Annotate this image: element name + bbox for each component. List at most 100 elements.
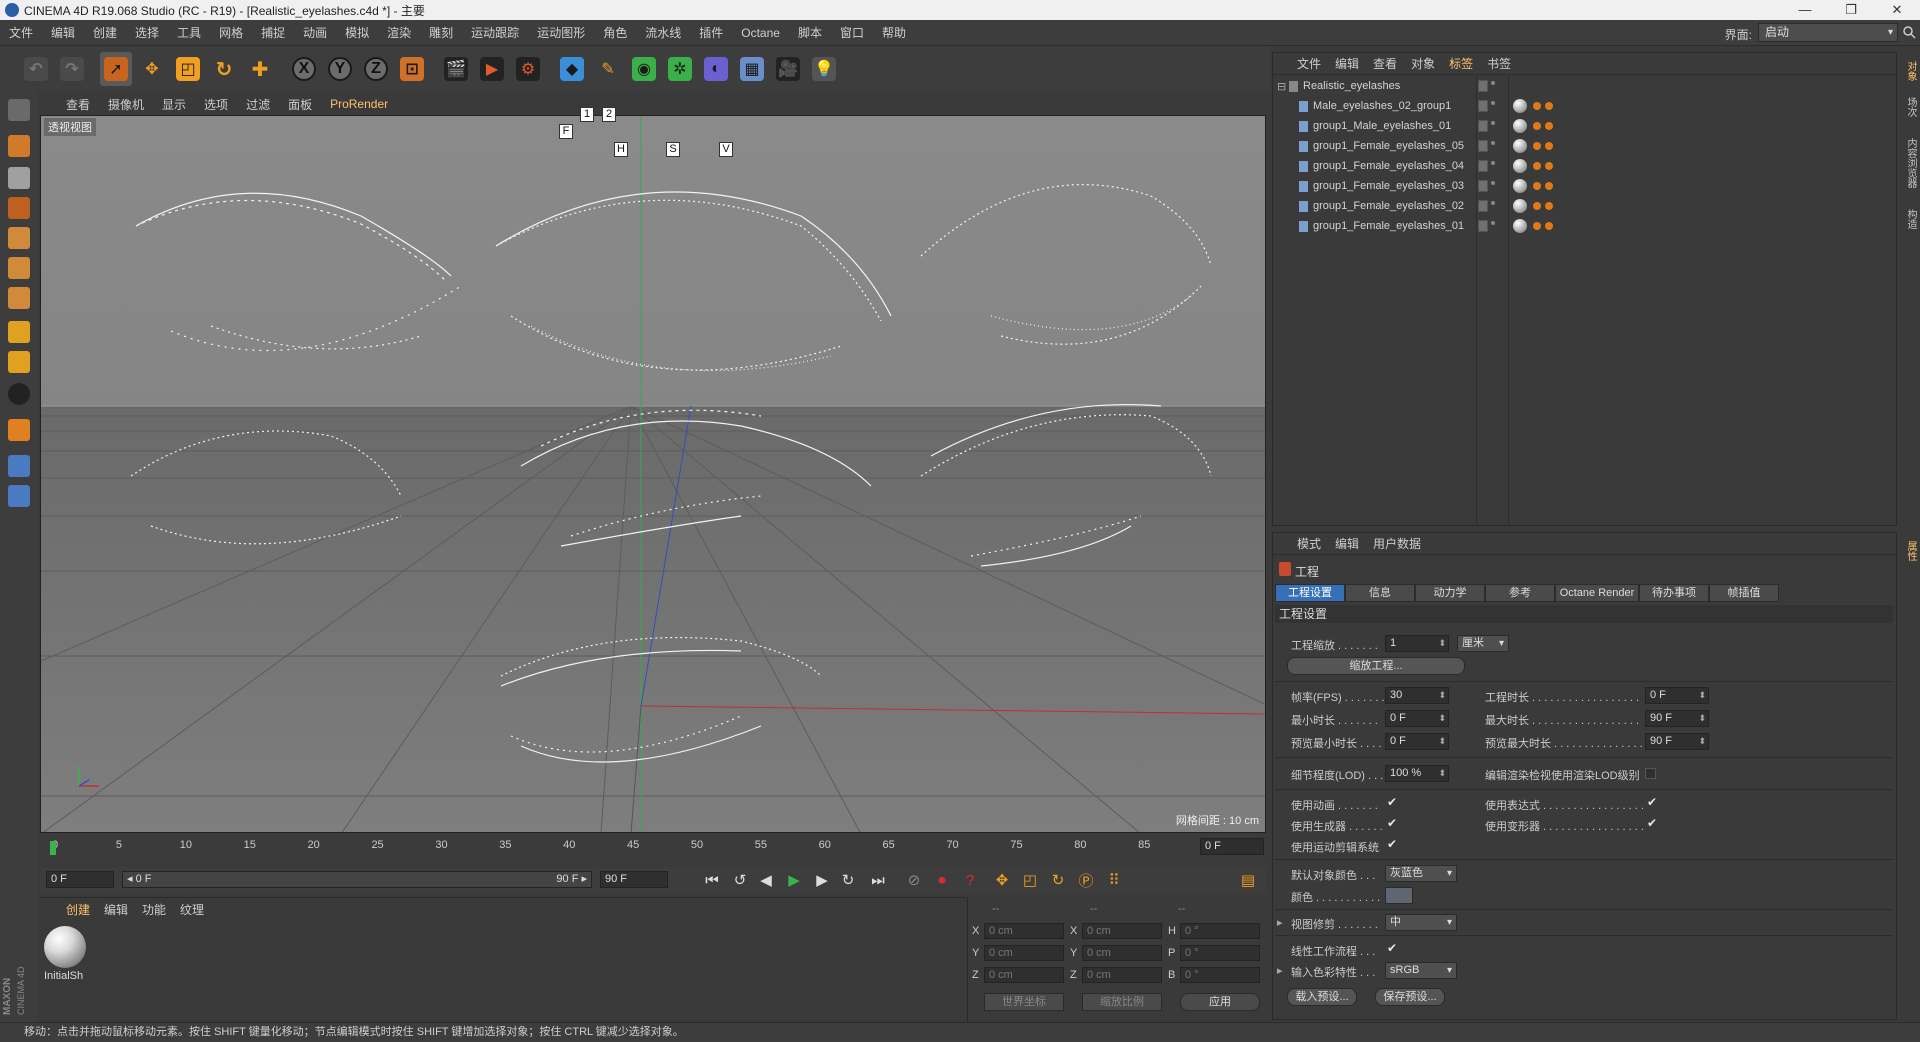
am-menu-edit[interactable]: 编辑	[1335, 535, 1359, 552]
redo-button[interactable]: ↷	[56, 52, 88, 86]
render-lod-checkbox[interactable]	[1645, 768, 1656, 779]
hair-tag-icon[interactable]	[1533, 142, 1541, 150]
recent-tool-button[interactable]: ✚	[244, 52, 276, 86]
om-row-object-1[interactable]: Male_eyelashes_02_group1	[1273, 97, 1896, 117]
menu-octane[interactable]: Octane	[732, 26, 789, 40]
menu-simulate[interactable]: 模拟	[336, 24, 378, 41]
menu-sculpt[interactable]: 雕刻	[420, 24, 462, 41]
menu-mesh[interactable]: 网格	[210, 24, 252, 41]
tag-f[interactable]: F	[559, 124, 573, 139]
mat-menu-edit[interactable]: 编辑	[104, 901, 128, 918]
material-name[interactable]: InitialSh	[44, 970, 83, 982]
coordinate-system-button[interactable]: ⊡	[396, 52, 428, 86]
menu-snap[interactable]: 捕捉	[252, 24, 294, 41]
next-key-button[interactable]: ↻	[836, 869, 860, 891]
timeline-ruler[interactable]: 051015202530354045505560657075808590 0 F	[40, 835, 1266, 859]
planar-workplane-button[interactable]	[4, 481, 34, 511]
menu-animate[interactable]: 动画	[294, 24, 336, 41]
use-generator-checkbox[interactable]: ✔	[1387, 816, 1397, 830]
tag-s[interactable]: S	[666, 142, 680, 157]
select-tool-button[interactable]: ➚	[100, 52, 132, 86]
menu-render[interactable]: 渲染	[378, 24, 420, 41]
timeline-window-button[interactable]: ▤	[1236, 869, 1260, 891]
apply-button[interactable]: 应用	[1180, 993, 1260, 1011]
material-tag-icon[interactable]	[1513, 219, 1527, 233]
tab-key-interpolation[interactable]: 帧插值	[1709, 584, 1779, 602]
default-object-color-dropdown[interactable]: 灰蓝色	[1385, 865, 1457, 882]
menu-character[interactable]: 角色	[594, 24, 636, 41]
undo-button[interactable]: ↶	[20, 52, 52, 86]
cube-object-button[interactable]: ◆	[556, 52, 588, 86]
subdivision-button[interactable]: ◉	[628, 52, 660, 86]
points-mode-button[interactable]	[4, 223, 34, 253]
om-menu-view[interactable]: 查看	[1373, 55, 1397, 72]
hair-tag-icon[interactable]	[1533, 122, 1541, 130]
coord-y-size[interactable]: 0 cm	[1082, 945, 1162, 961]
use-deformer-checkbox[interactable]: ✔	[1647, 816, 1657, 830]
om-visibility-toggle[interactable]	[1478, 160, 1488, 172]
close-button[interactable]: ✕	[1874, 0, 1920, 20]
tag-1[interactable]: 1	[580, 107, 594, 122]
menu-create[interactable]: 创建	[84, 24, 126, 41]
render-picture-viewer-button[interactable]: ▶	[476, 52, 508, 86]
mat-menu-create[interactable]: 创建	[66, 901, 90, 918]
search-icon[interactable]	[1902, 25, 1916, 39]
side-tab-structure[interactable]: 构造	[1901, 204, 1918, 234]
side-tab-objects[interactable]: 对象	[1901, 56, 1918, 86]
project-scale-unit-dropdown[interactable]: 厘米	[1457, 635, 1509, 652]
om-row-object-7[interactable]: group1_Female_eyelashes_01	[1273, 217, 1896, 237]
material-thumbnail[interactable]	[44, 926, 86, 968]
hair-material-tag-icon[interactable]	[1545, 202, 1553, 210]
x-axis-button[interactable]: X	[288, 52, 320, 86]
om-render-dot[interactable]	[1491, 201, 1495, 205]
workplane-mode-button[interactable]	[4, 193, 34, 223]
mat-menu-function[interactable]: 功能	[142, 901, 166, 918]
viewport-menu-panel[interactable]: 面板	[288, 96, 312, 113]
edges-mode-button[interactable]	[4, 253, 34, 283]
coord-b-rotation[interactable]: 0 °	[1180, 967, 1260, 983]
om-row-object-3[interactable]: group1_Female_eyelashes_05	[1273, 137, 1896, 157]
current-frame-field[interactable]: 0 F	[1200, 838, 1264, 855]
color-swatch[interactable]	[1385, 887, 1413, 904]
lod-field[interactable]: 100 %	[1385, 765, 1449, 782]
save-preset-button[interactable]: 保存预设...	[1375, 988, 1445, 1006]
layout-select[interactable]: 启动	[1758, 23, 1898, 42]
z-axis-button[interactable]: Z	[360, 52, 392, 86]
material-tag-icon[interactable]	[1513, 179, 1527, 193]
floor-object-button[interactable]: ▦	[736, 52, 768, 86]
om-row-object-2[interactable]: group1_Male_eyelashes_01	[1273, 117, 1896, 137]
om-row-object-6[interactable]: group1_Female_eyelashes_02	[1273, 197, 1896, 217]
tab-octane-render[interactable]: Octane Render	[1555, 584, 1639, 602]
rotate-tool-button[interactable]: ↻	[208, 52, 240, 86]
make-editable-button[interactable]	[4, 95, 34, 125]
om-render-dot[interactable]	[1491, 141, 1495, 145]
viewport-menu-view[interactable]: 查看	[66, 96, 90, 113]
y-axis-button[interactable]: Y	[324, 52, 356, 86]
clipping-expand-arrow[interactable]: ▸	[1277, 916, 1283, 929]
om-visibility-toggle[interactable]	[1478, 80, 1488, 92]
key-rotation-button[interactable]: ↻	[1046, 869, 1070, 891]
menu-tools[interactable]: 工具	[168, 24, 210, 41]
tab-project-settings[interactable]: 工程设置	[1275, 584, 1345, 602]
tab-dynamics[interactable]: 动力学	[1415, 584, 1485, 602]
key-parameter-button[interactable]: Ⓟ	[1074, 869, 1098, 891]
timeline-playhead[interactable]	[50, 841, 56, 855]
om-menu-bookmarks[interactable]: 书签	[1487, 55, 1511, 72]
material-tag-icon[interactable]	[1513, 99, 1527, 113]
om-row-object-4[interactable]: group1_Female_eyelashes_04	[1273, 157, 1896, 177]
material-tag-icon[interactable]	[1513, 199, 1527, 213]
cloner-button[interactable]: ✲	[664, 52, 696, 86]
om-render-dot[interactable]	[1491, 121, 1495, 125]
render-settings-button[interactable]: ⚙	[512, 52, 544, 86]
menu-help[interactable]: 帮助	[873, 24, 915, 41]
om-render-dot[interactable]	[1491, 181, 1495, 185]
tweak-mode-button[interactable]	[4, 347, 34, 377]
side-tab-content-browser[interactable]: 内容浏览器	[1901, 128, 1918, 198]
om-visibility-toggle[interactable]	[1478, 100, 1488, 112]
load-preset-button[interactable]: 载入预设...	[1287, 988, 1357, 1006]
project-time-field[interactable]: 0 F	[1645, 687, 1709, 704]
perspective-viewport[interactable]: 透视视图 网格间距 : 10 cm	[40, 115, 1266, 833]
om-row-root[interactable]: ⊟ Realistic_eyelashes	[1273, 77, 1896, 97]
use-animation-checkbox[interactable]: ✔	[1387, 795, 1397, 809]
record-keys-button[interactable]: ⊘	[902, 869, 926, 891]
